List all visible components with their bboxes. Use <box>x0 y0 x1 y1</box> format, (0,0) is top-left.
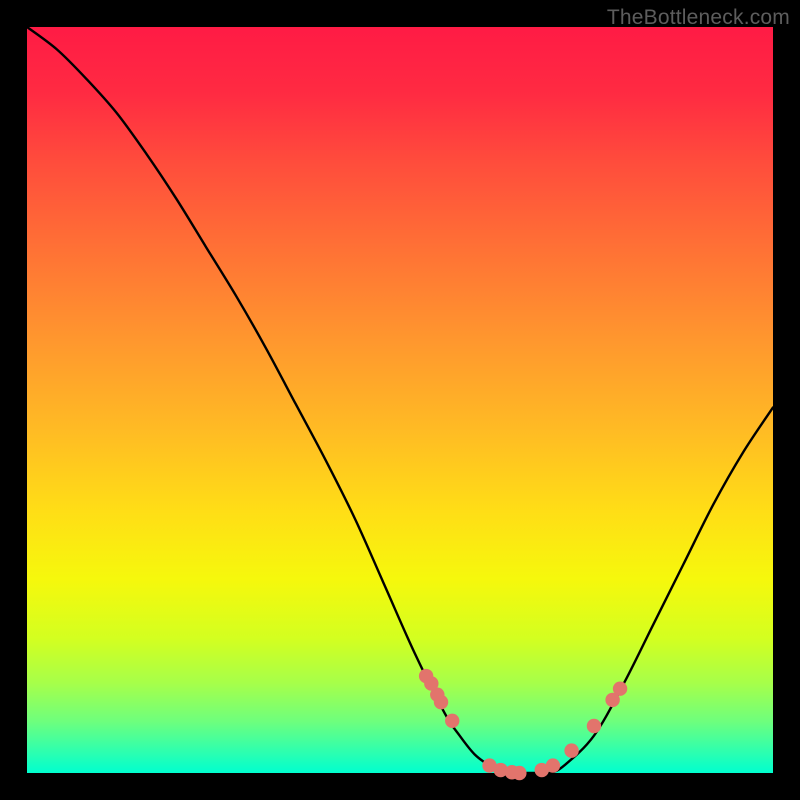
highlight-point <box>445 714 459 728</box>
highlight-points <box>419 669 627 780</box>
highlight-point <box>564 743 578 757</box>
highlight-point <box>512 766 526 780</box>
chart-container: TheBottleneck.com <box>0 0 800 800</box>
bottleneck-curve <box>27 27 773 774</box>
highlight-point <box>613 682 627 696</box>
chart-svg <box>27 27 773 773</box>
watermark-text: TheBottleneck.com <box>607 6 790 30</box>
highlight-point <box>434 695 448 709</box>
highlight-point <box>546 758 560 772</box>
highlight-point <box>587 719 601 733</box>
plot-area <box>27 27 773 773</box>
